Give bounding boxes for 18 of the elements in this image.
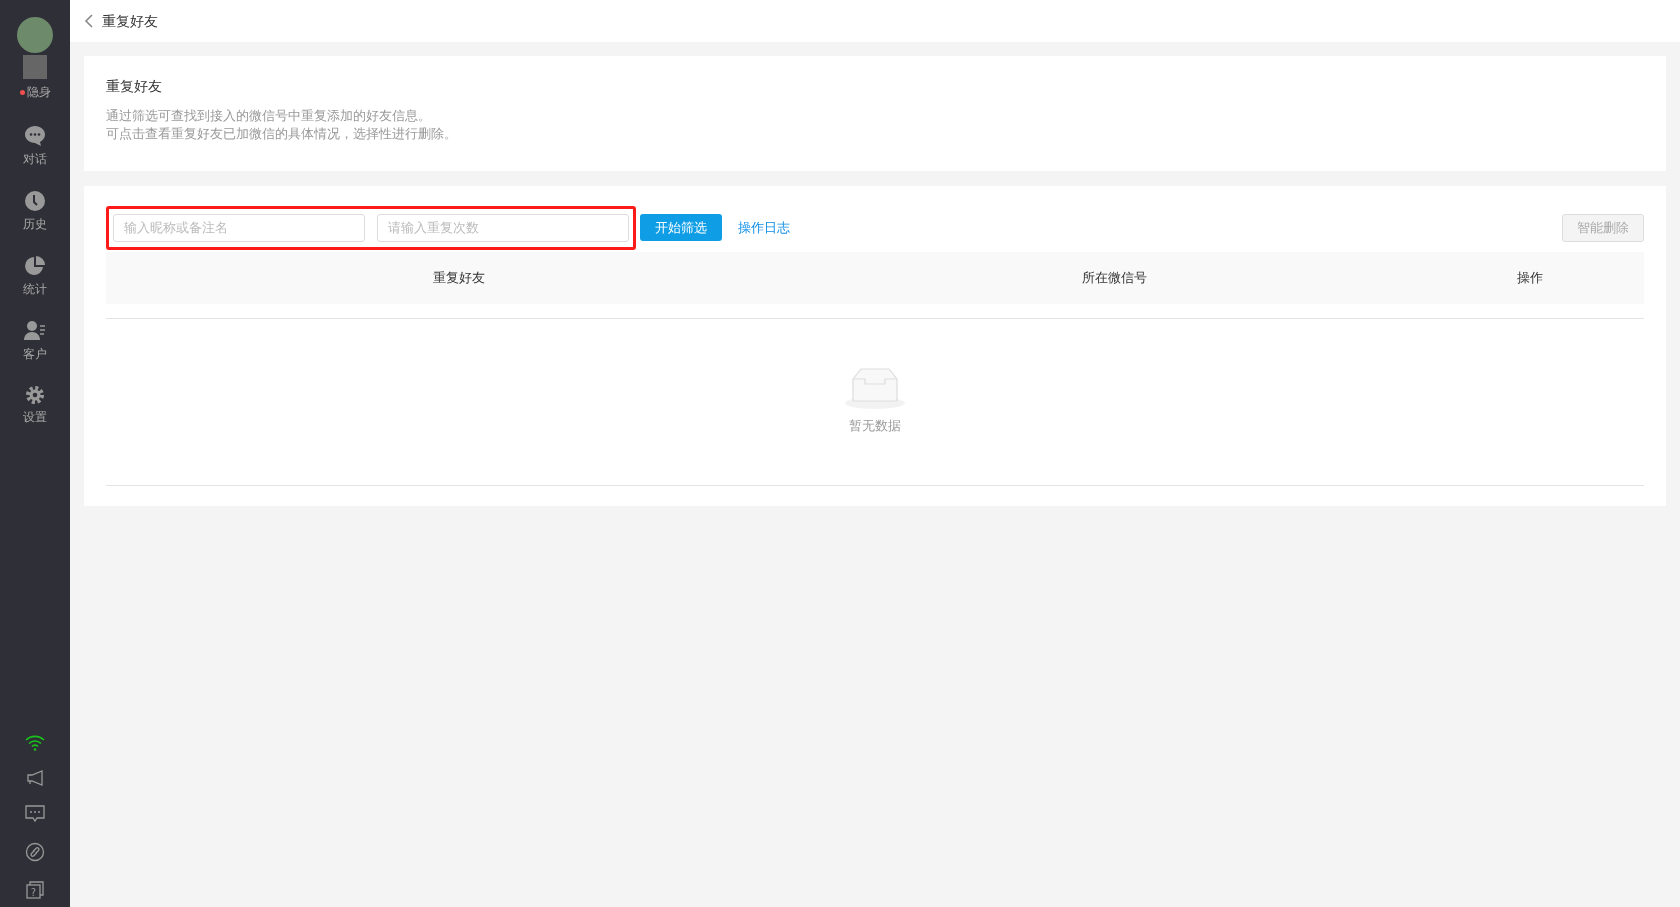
empty-message: 暂无数据 — [849, 417, 901, 436]
column-header: 操作 — [1517, 270, 1543, 286]
help-icon[interactable]: ? — [26, 881, 44, 899]
sidebar-nav-item[interactable]: 统计 — [23, 255, 47, 298]
sidebar-nav-item[interactable]: 对话 — [23, 125, 47, 168]
sidebar-nav-item[interactable]: 设置 — [23, 385, 47, 426]
description-text: 可点击查看重复好友已加微信的具体情况，选择性进行删除。 — [106, 124, 458, 143]
sidebar-nav-item[interactable]: 客户 — [23, 320, 47, 363]
column-header: 所在微信号 — [1081, 270, 1147, 286]
column-header: 重复好友 — [433, 270, 485, 286]
input-field[interactable]: 输入昵称或备注名 — [113, 213, 365, 242]
page-title: 重复好友 — [102, 11, 158, 31]
operation-log-link[interactable]: 操作日志 — [738, 218, 790, 238]
section-title: 重复好友 — [106, 78, 163, 95]
sidebar-nav-item[interactable]: 历史 — [23, 190, 47, 233]
status-label[interactable]: 隐身 — [26, 83, 51, 101]
input-field[interactable]: 请输入重复次数 — [377, 213, 629, 242]
description-text: 通过筛选可查找到接入的微信号中重复添加的好友信息。 — [106, 106, 432, 125]
